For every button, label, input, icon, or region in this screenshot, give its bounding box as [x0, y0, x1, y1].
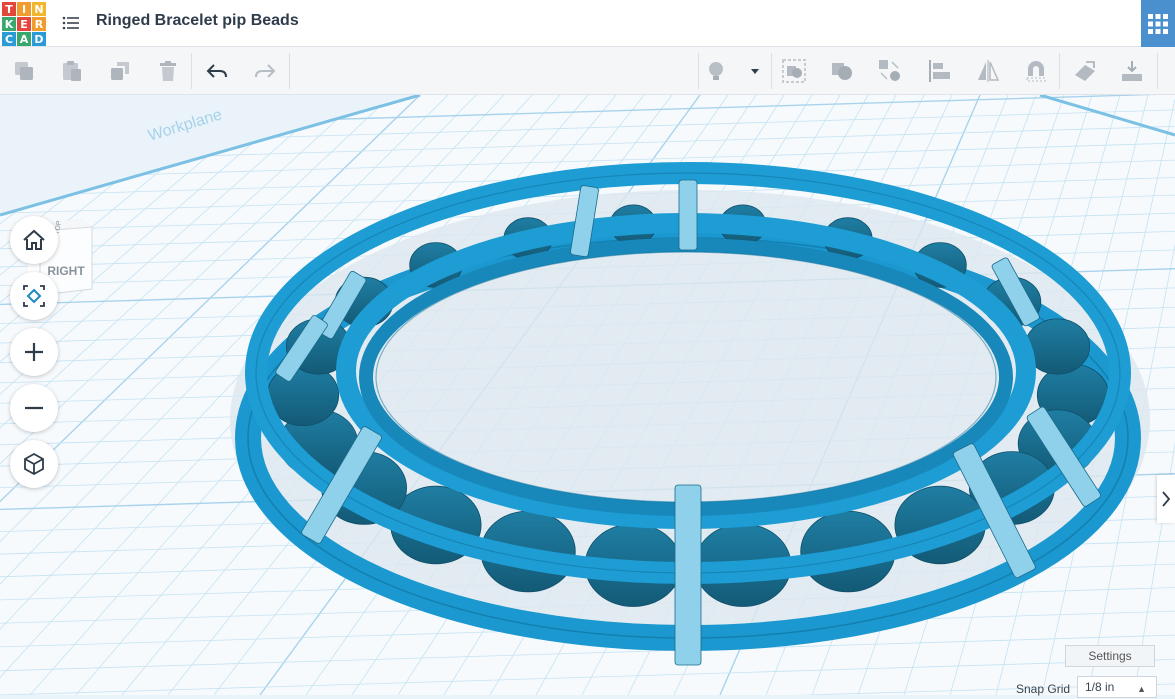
logo-letter: K [2, 17, 16, 31]
grid-apps-icon[interactable] [1141, 0, 1175, 47]
delete-icon[interactable] [153, 56, 183, 86]
home-view-button[interactable] [10, 216, 58, 264]
logo-letter: A [17, 32, 31, 46]
logo-letter: T [2, 2, 16, 16]
plus-icon [25, 343, 43, 361]
toolbar-separator [771, 53, 772, 89]
workplane-icon[interactable] [1070, 56, 1100, 86]
snap-grid-label: Snap Grid [1016, 682, 1071, 696]
tinkercad-logo[interactable]: TIN KER CAD [2, 2, 46, 46]
logo-letter: R [32, 17, 46, 31]
undo-icon[interactable] [202, 56, 232, 86]
snap-grid-value: 1/8 in [1085, 680, 1115, 694]
group-icon[interactable] [779, 56, 809, 86]
ungroup-icon[interactable] [827, 56, 857, 86]
ring-clip [674, 484, 702, 666]
cube-icon [24, 452, 44, 476]
settings-button[interactable]: Settings [1065, 645, 1155, 667]
logo-letter: E [17, 17, 31, 31]
panel-toggle-button[interactable] [1157, 475, 1175, 523]
logo-letter: C [2, 32, 16, 46]
zoom-out-button[interactable] [10, 384, 58, 432]
redo-icon[interactable] [250, 56, 280, 86]
toolbar-separator [1059, 53, 1060, 89]
duplicate-icon[interactable] [105, 56, 135, 86]
edit-toolbar [0, 47, 1175, 95]
toolbar-separator [191, 53, 192, 89]
magnet-icon[interactable] [1021, 56, 1051, 86]
design-title[interactable]: Ringed Bracelet pip Beads [96, 12, 299, 30]
logo-letter: D [32, 32, 46, 46]
ruler-icon[interactable] [1117, 56, 1147, 86]
fit-view-button[interactable] [10, 272, 58, 320]
logo-letter: I [17, 2, 31, 16]
ring-clip [678, 179, 698, 251]
minus-icon [25, 406, 43, 410]
fit-all-icon [23, 285, 45, 307]
chevron-right-icon [1162, 491, 1171, 507]
align-objects-icon[interactable] [925, 56, 955, 86]
toolbar-separator [289, 53, 290, 89]
zoom-in-button[interactable] [10, 328, 58, 376]
light-bulb-icon[interactable] [701, 56, 731, 86]
toolbar-separator [698, 53, 699, 89]
top-header: TIN KER CAD Ringed Bracelet pip Beads [0, 0, 1175, 47]
mirror-icon[interactable] [973, 56, 1003, 86]
dropdown-caret-icon[interactable] [740, 56, 770, 86]
workplane-viewport[interactable]: Workplane RIGHT TOP [0, 95, 1175, 695]
list-icon[interactable] [62, 14, 80, 32]
view-cube-right-label: RIGHT [47, 264, 85, 278]
align-icon[interactable] [875, 56, 905, 86]
copy-icon[interactable] [9, 56, 39, 86]
caret-up-icon: ▲ [1137, 684, 1146, 694]
workplane-scene[interactable]: Workplane [0, 95, 1175, 695]
toolbar-separator [1157, 53, 1158, 89]
perspective-button[interactable] [10, 440, 58, 488]
paste-icon[interactable] [57, 56, 87, 86]
logo-letter: N [32, 2, 46, 16]
home-icon [23, 229, 45, 250]
